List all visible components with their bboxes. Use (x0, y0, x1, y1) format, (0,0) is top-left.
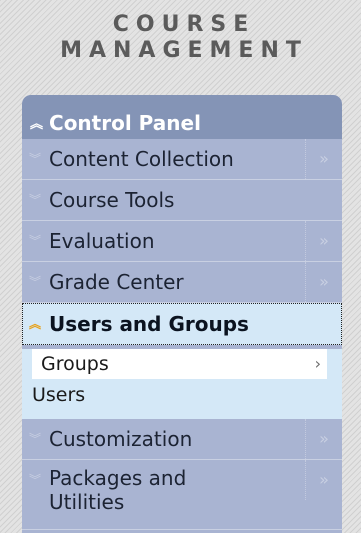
chevron-up-double-icon: ︽ (29, 317, 42, 331)
chevron-up-double-icon: ︽ (30, 117, 44, 132)
chevron-down-double-icon: ︾ (29, 473, 42, 487)
double-angle-right-icon[interactable]: » (305, 262, 342, 302)
submenu-item-label: Groups (41, 353, 109, 375)
course-management-header: COURSE MANAGEMENT (0, 12, 361, 64)
menu-item-packages-and-utilities[interactable]: ︾ Packages and Utilities » (22, 460, 342, 530)
menu-item-label: Evaluation (49, 229, 155, 253)
submenu-item-label: Users (32, 384, 86, 406)
double-angle-right-icon[interactable]: » (305, 460, 342, 500)
menu-item-label: Customization (49, 427, 193, 451)
header-line-2: MANAGEMENT (60, 38, 308, 63)
control-panel: ︽ Control Panel ︾ Content Collection » ︾ … (22, 95, 342, 533)
control-panel-title[interactable]: ︽ Control Panel (22, 95, 342, 139)
chevron-down-double-icon: ︾ (29, 234, 42, 248)
menu-item-label: Users and Groups (49, 312, 249, 336)
submenu-item-users[interactable]: Users (22, 379, 342, 412)
double-angle-right-icon[interactable]: » (305, 139, 342, 179)
chevron-down-double-icon: ︾ (29, 432, 42, 446)
users-and-groups-submenu: Groups › Users (22, 349, 342, 419)
menu-item-users-and-groups[interactable]: ︽ Users and Groups (22, 303, 342, 345)
double-angle-right-icon[interactable]: » (305, 419, 342, 459)
menu-item-label: Grade Center (49, 270, 184, 294)
double-angle-right-icon[interactable]: » (305, 221, 342, 261)
submenu-item-groups[interactable]: Groups › (32, 349, 327, 379)
menu-item-evaluation[interactable]: ︾ Evaluation » (22, 221, 342, 262)
chevron-down-double-icon: ︾ (29, 152, 42, 166)
menu-item-label: Content Collection (49, 147, 234, 171)
menu-item-customization[interactable]: ︾ Customization » (22, 419, 342, 460)
menu-item-label: Course Tools (49, 188, 175, 212)
control-panel-title-label: Control Panel (49, 111, 201, 135)
header-line-1: COURSE (112, 12, 256, 37)
menu-item-content-collection[interactable]: ︾ Content Collection » (22, 139, 342, 180)
menu-item-course-tools[interactable]: ︾ Course Tools (22, 180, 342, 221)
menu-item-label: Packages and Utilities (49, 466, 187, 514)
chevron-right-icon: › (314, 354, 321, 373)
chevron-down-double-icon: ︾ (29, 275, 42, 289)
chevron-down-double-icon: ︾ (29, 193, 42, 207)
menu-item-grade-center[interactable]: ︾ Grade Center » (22, 262, 342, 303)
